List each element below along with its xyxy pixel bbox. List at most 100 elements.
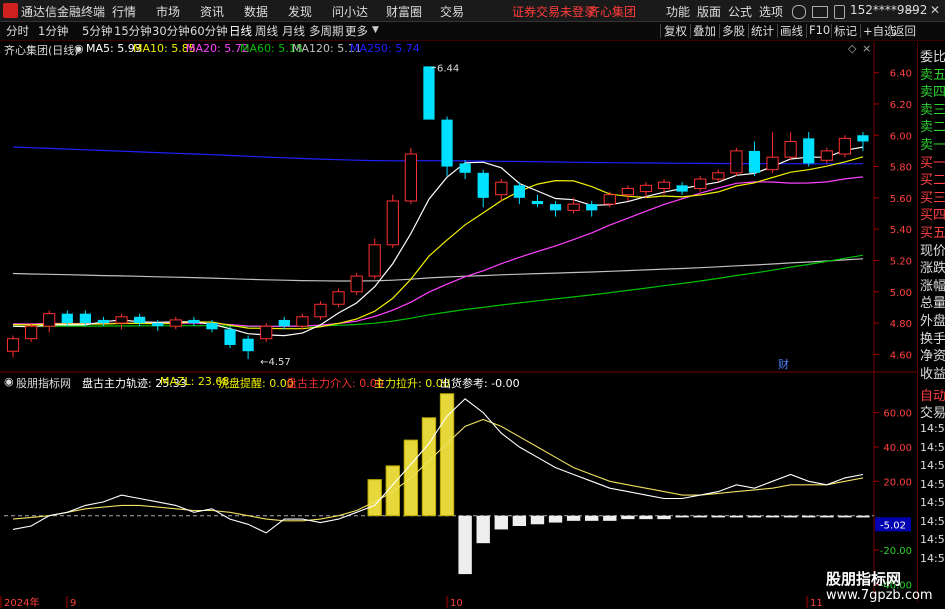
candle-body (513, 185, 525, 198)
candle-body (586, 204, 598, 211)
distribution-bar (476, 515, 490, 544)
period-tab-1min[interactable]: 1分钟 (38, 23, 68, 39)
close-icon[interactable]: ✕ (930, 3, 940, 17)
candle-body (242, 338, 254, 352)
period-tab-5min[interactable]: 5分钟 (82, 23, 112, 39)
menu-item-news[interactable]: 资讯 (200, 3, 224, 20)
period-tab-daily[interactable]: 日线 (229, 23, 252, 39)
tick-time: 14:56 (920, 459, 945, 472)
ma20-line (12, 176, 864, 327)
ma5-line (12, 146, 864, 337)
toolbar-options[interactable]: 选项 (759, 3, 783, 20)
tool-adjust[interactable]: 复权 (664, 23, 687, 39)
collapse-icon[interactable]: ◇ (848, 42, 856, 55)
toolbar-layout[interactable]: 版面 (697, 3, 721, 20)
menu-item-data[interactable]: 数据 (244, 3, 268, 20)
menu-item-quotes[interactable]: 行情 (112, 3, 136, 20)
distribution-bar (603, 515, 617, 521)
menu-item-wealth[interactable]: 财富圈 (386, 3, 422, 20)
indicator-name[interactable]: 股朋指标网 (16, 375, 71, 391)
legend-main-pullup: 主力拉升: 0.00 (374, 377, 450, 390)
indicator-settings-icon[interactable]: ◉ (4, 375, 14, 388)
low-price-label: ←4.57 (260, 357, 291, 368)
candle-body (224, 329, 236, 345)
toolbar-separator (719, 24, 720, 38)
tool-mark[interactable]: 标记 (834, 23, 857, 39)
pullup-bar (385, 465, 400, 517)
pullup-bar (439, 393, 455, 517)
candle-body (730, 150, 743, 174)
distribution-bar (802, 515, 816, 518)
distribution-bar (711, 515, 725, 518)
tool-multi-stock[interactable]: 多股 (722, 23, 745, 39)
candle-body (278, 319, 290, 327)
quote-field-label: 换手 (920, 331, 945, 347)
tool-back[interactable]: 返回 (893, 23, 916, 39)
candle-body (115, 316, 128, 324)
tool-overlay[interactable]: 叠加 (693, 23, 716, 39)
period-bar: 分时 1分钟 5分钟 15分钟 30分钟 60分钟 日线 周线 月线 多周期 更… (0, 22, 945, 41)
minimize-icon[interactable]: — (906, 3, 918, 17)
candle-body (169, 319, 182, 327)
toolbar-formula[interactable]: 公式 (728, 3, 752, 20)
period-tab-weekly[interactable]: 周线 (255, 23, 278, 39)
period-tab-more[interactable]: 更多 (345, 23, 368, 39)
quote-field-label: 总量 (920, 296, 945, 312)
tab-trade[interactable]: 交易 (920, 402, 945, 421)
legend-washout: 洗盘提醒: 0.00 (218, 377, 294, 390)
tick-time: 14:56 (920, 440, 945, 454)
distribution-bar (566, 515, 581, 521)
title-bar: 通达信金融终端 行情 市场 资讯 数据 发现 问小达 财富圈 交易 证券交易未登… (0, 0, 945, 22)
distribution-bar (530, 515, 545, 525)
title-stock-name: 齐心集团 (588, 5, 637, 19)
period-tab-15min[interactable]: 15分钟 (114, 23, 152, 39)
settings-icon[interactable]: ◉ (74, 42, 84, 55)
candle-body (676, 185, 688, 192)
period-tab-60min[interactable]: 60分钟 (190, 23, 228, 39)
date-axis-label: 10 (450, 598, 463, 609)
distribution-bar (765, 515, 780, 518)
tick-time: 14:56 (920, 496, 945, 509)
candle-body (441, 119, 453, 167)
candle-body (495, 181, 508, 196)
period-more-chevron-icon[interactable]: ▼ (372, 25, 379, 35)
distribution-bar (585, 515, 599, 521)
period-tab-30min[interactable]: 30分钟 (152, 23, 190, 39)
candle-body (134, 316, 146, 324)
candle-body (567, 203, 580, 211)
period-tab-intraday[interactable]: 分时 (6, 23, 29, 39)
period-tab-monthly[interactable]: 月线 (282, 23, 305, 39)
candle-body (748, 150, 761, 173)
distribution-bar (548, 515, 563, 523)
candle-body (694, 178, 707, 189)
pullup-bar (403, 439, 419, 517)
tool-draw[interactable]: 画线 (780, 23, 803, 39)
toolbar-separator (660, 24, 661, 38)
candle-body (296, 316, 309, 327)
menu-item-discover[interactable]: 发现 (288, 3, 312, 20)
tool-stats[interactable]: 统计 (751, 23, 774, 39)
distribution-bar (693, 515, 707, 518)
phone-icon[interactable] (834, 5, 845, 19)
toolbar-separator (831, 24, 832, 38)
user-icon[interactable] (792, 5, 806, 19)
tool-f10[interactable]: F10 (809, 23, 830, 37)
toolbar-function[interactable]: 功能 (666, 3, 690, 20)
candle-body (803, 138, 815, 164)
legend-ma250: MA250: 5.74 (350, 42, 420, 55)
candle-body (97, 319, 110, 324)
right-info-panel: 委比 卖五 卖四 卖三 卖二 卖一 买一 买二 买三 买四 买五 现价 涨跌 涨幅 总量 外盘 换手 净资 收益 自… (917, 42, 945, 602)
candle-body (712, 172, 725, 180)
close-panel-icon[interactable]: × (862, 42, 871, 55)
menu-item-market[interactable]: 市场 (156, 3, 180, 20)
toolbar-separator (690, 24, 691, 38)
candle-body (332, 291, 345, 305)
mail-icon[interactable] (812, 6, 828, 18)
quote-field-label: 外盘 (920, 314, 945, 329)
main-chart-name[interactable]: 齐心集团(日线) (4, 42, 79, 58)
period-tab-multi[interactable]: 多周期 (309, 23, 344, 39)
menu-item-trade[interactable]: 交易 (440, 3, 464, 20)
login-warning[interactable]: 证券交易未登录 (512, 3, 596, 20)
menu-item-ask[interactable]: 问小达 (332, 3, 368, 20)
distribution-bar (747, 515, 762, 518)
